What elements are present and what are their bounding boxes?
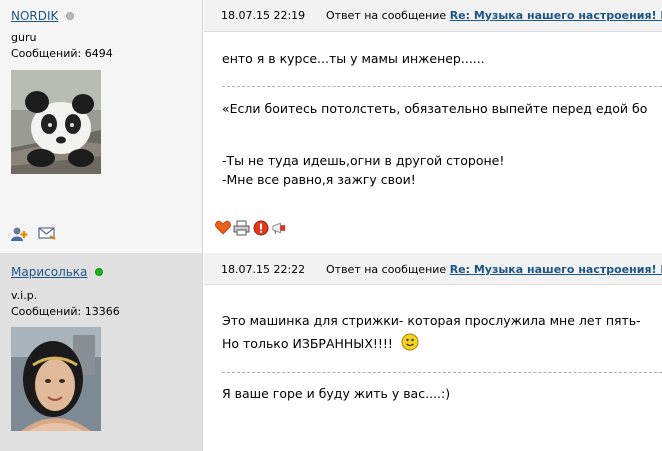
post-text-line: Но только ИЗБРАННЫХ!!!! — [222, 336, 393, 351]
post-content: 18.07.15 22:22 Ответ на сообщение Re: Му… — [204, 253, 662, 451]
heart-icon[interactable] — [214, 219, 231, 236]
post-text-line: Это машинка для стрижки- которая прослуж… — [222, 313, 641, 328]
offline-status-icon — [66, 12, 75, 20]
avatar[interactable] — [11, 70, 101, 174]
author-rank: v.i.p. — [11, 289, 38, 302]
post-header: 18.07.15 22:22 Ответ на сообщение Re: Му… — [204, 253, 662, 285]
smiley-icon — [401, 333, 419, 354]
forum-post: NORDIK guru Сообщений: 6494 18.07.15 22:… — [0, 0, 662, 253]
printer-icon[interactable] — [233, 219, 250, 236]
signature-line: -Ты не туда идешь,огни в другой стороне! — [222, 153, 505, 168]
signature-divider — [222, 86, 662, 87]
author-panel: Марисолька v.i.p. Сообщений: 13366 — [0, 253, 203, 451]
signature-line: «Если боитесь потолстеть, обязательно вы… — [222, 101, 648, 116]
post-header: 18.07.15 22:19 Ответ на сообщение Re: Му… — [204, 0, 662, 32]
signature-line: -Мне все равно,я зажгу свои! — [222, 172, 416, 187]
author-panel: NORDIK guru Сообщений: 6494 — [0, 0, 203, 253]
signature-divider — [222, 372, 662, 373]
megaphone-icon[interactable] — [271, 219, 288, 236]
online-status-icon — [95, 268, 104, 276]
author-name-link[interactable]: Марисолька — [11, 265, 87, 279]
reply-prefix: Ответ на сообщение — [326, 263, 447, 276]
reply-thread-link[interactable]: Re: Музыка нашего настроения! М — [450, 9, 662, 22]
post-content: 18.07.15 22:19 Ответ на сообщение Re: Му… — [204, 0, 662, 253]
avatar[interactable] — [11, 327, 101, 431]
forum-post: Марисолька v.i.p. Сообщений: 13366 18.07… — [0, 253, 662, 451]
author-message-count: Сообщений: 6494 — [11, 47, 113, 60]
post-actions — [214, 219, 288, 236]
reply-prefix: Ответ на сообщение — [326, 9, 447, 22]
author-name-link[interactable]: NORDIK — [11, 9, 58, 23]
post-date: 18.07.15 22:19 — [221, 9, 306, 22]
post-text-line: енто я в курсе...ты у мамы инженер...... — [222, 51, 485, 66]
add-friend-icon[interactable] — [11, 226, 29, 245]
post-date: 18.07.15 22:22 — [221, 263, 306, 276]
author-message-count: Сообщений: 13366 — [11, 305, 120, 318]
envelope-icon[interactable] — [38, 226, 56, 245]
reply-thread-link[interactable]: Re: Музыка нашего настроения! М — [450, 263, 662, 276]
signature-line: Я ваше горе и буду жить у вас....:) — [222, 386, 451, 401]
warning-icon[interactable] — [252, 219, 269, 236]
author-rank: guru — [11, 31, 37, 44]
